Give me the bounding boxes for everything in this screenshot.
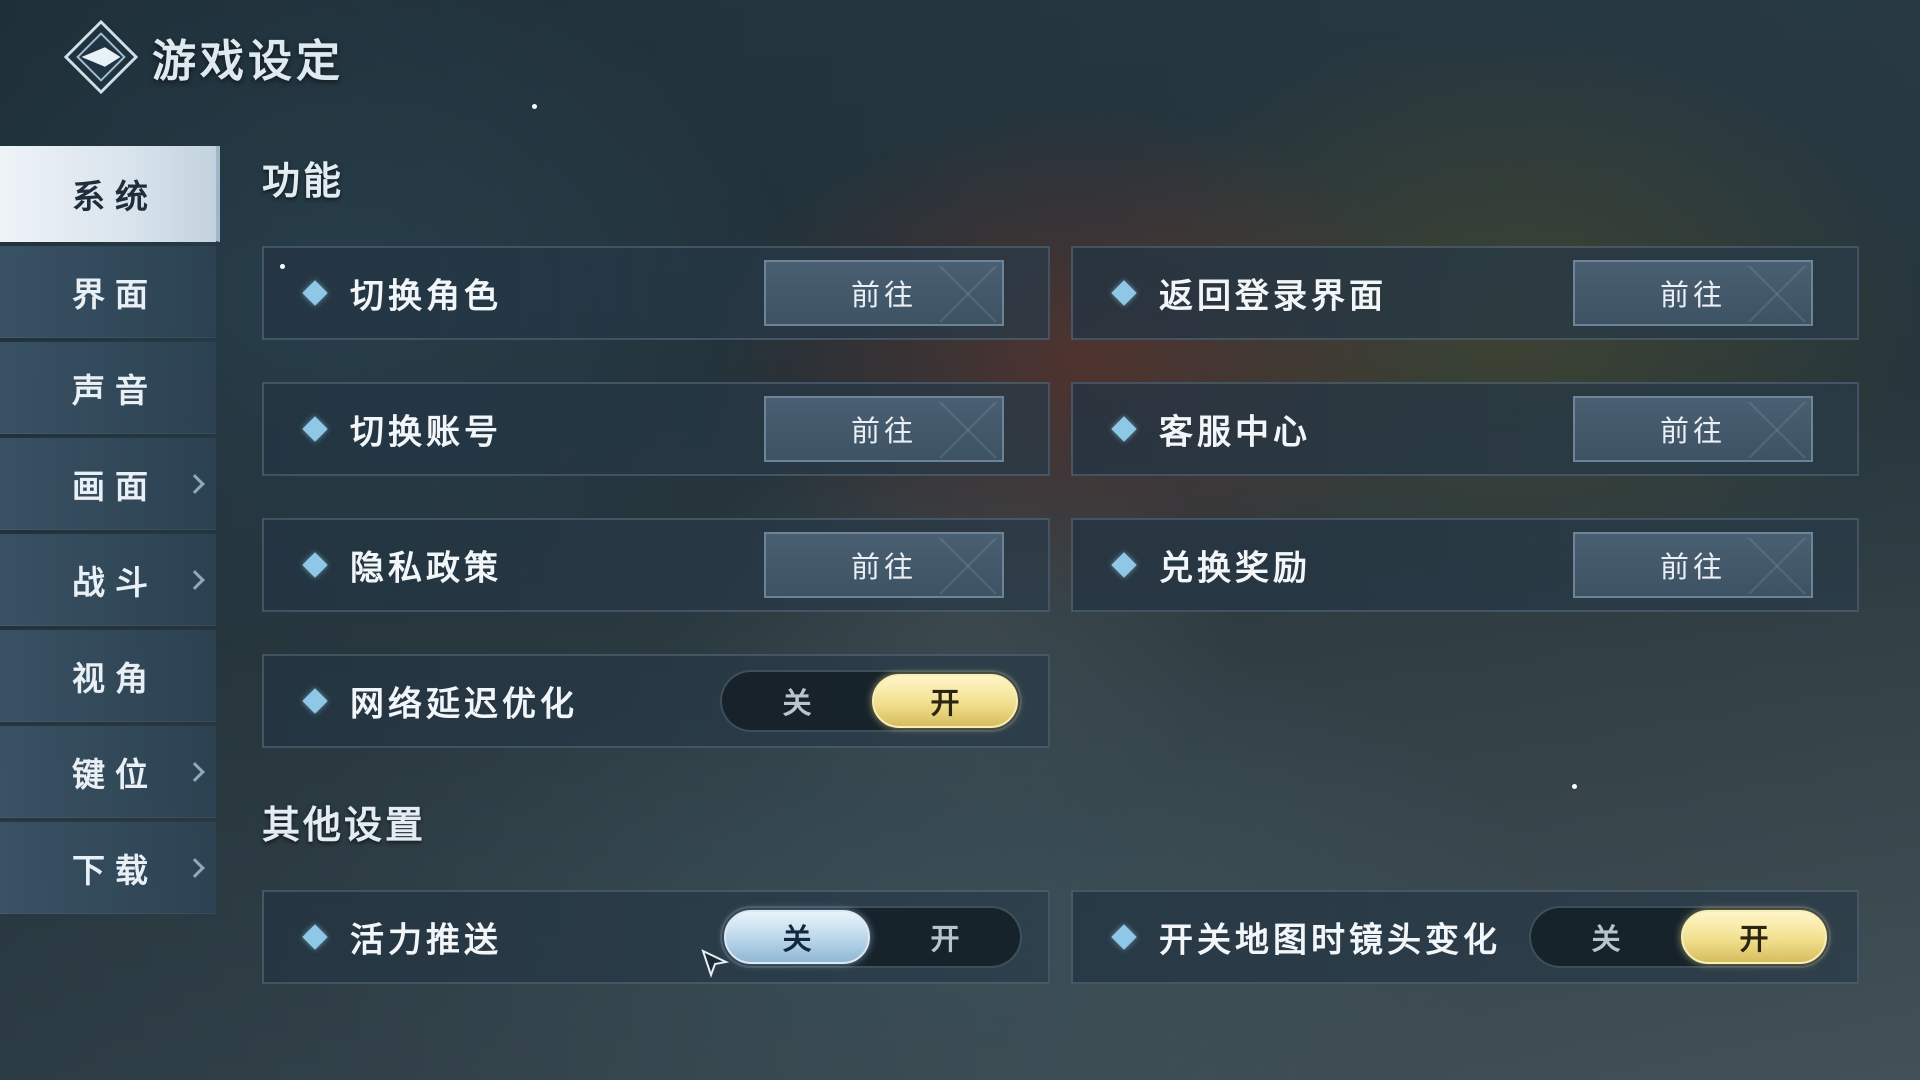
diamond-bullet-icon xyxy=(302,552,328,578)
diamond-bullet-icon xyxy=(1111,416,1137,442)
sparkle-particle xyxy=(280,264,285,269)
mouse-cursor-icon xyxy=(701,949,730,978)
sparkle-particle xyxy=(532,104,537,109)
setting-row-vitality-push: 活力推送 关 开 xyxy=(262,890,1050,984)
setting-row-network-latency: 网络延迟优化 关 开 xyxy=(262,654,1050,748)
network-latency-toggle[interactable]: 关 开 xyxy=(720,670,1022,732)
vitality-push-toggle[interactable]: 关 开 xyxy=(720,906,1022,968)
setting-row-privacy-policy: 隐私政策 前往 xyxy=(262,518,1050,612)
toggle-on-option[interactable]: 开 xyxy=(872,910,1018,964)
sidebar-item-download[interactable]: 下载 xyxy=(0,822,216,914)
setting-row-switch-account: 切换账号 前往 xyxy=(262,382,1050,476)
diamond-bullet-icon xyxy=(302,416,328,442)
setting-row-map-camera: 开关地图时镜头变化 关 开 xyxy=(1071,890,1859,984)
sidebar-item-label: 界面 xyxy=(72,274,158,314)
sidebar-item-camera[interactable]: 视角 xyxy=(0,630,216,722)
toggle-off-option[interactable]: 关 xyxy=(724,674,870,728)
sparkle-particle xyxy=(1572,784,1577,789)
toggle-on-option[interactable]: 开 xyxy=(1681,910,1827,964)
setting-label: 切换角色 xyxy=(350,276,502,317)
diamond-bullet-icon xyxy=(1111,924,1137,950)
setting-label: 返回登录界面 xyxy=(1159,276,1387,317)
sidebar-item-label: 下载 xyxy=(72,850,158,890)
setting-label: 客服中心 xyxy=(1159,412,1311,453)
setting-label: 切换账号 xyxy=(350,412,502,453)
sidebar-item-sound[interactable]: 声音 xyxy=(0,342,216,434)
page-title: 游戏设定 xyxy=(152,36,344,87)
sidebar-item-graphics[interactable]: 画面 xyxy=(0,438,216,530)
toggle-off-option[interactable]: 关 xyxy=(1533,910,1679,964)
diamond-emblem-icon xyxy=(63,19,139,95)
setting-row-switch-character: 切换角色 前往 xyxy=(262,246,1050,340)
diamond-bullet-icon xyxy=(302,280,328,306)
setting-label: 网络延迟优化 xyxy=(350,684,578,725)
goto-button[interactable]: 前往 xyxy=(1573,260,1813,326)
setting-label: 隐私政策 xyxy=(350,548,502,589)
sidebar-item-combat[interactable]: 战斗 xyxy=(0,534,216,626)
toggle-off-option[interactable]: 关 xyxy=(724,910,870,964)
goto-button[interactable]: 前往 xyxy=(1573,532,1813,598)
sidebar-item-interface[interactable]: 界面 xyxy=(0,246,216,338)
diamond-bullet-icon xyxy=(1111,552,1137,578)
sidebar-item-system[interactable]: 系统 xyxy=(0,146,220,242)
setting-label: 开关地图时镜头变化 xyxy=(1159,920,1501,961)
sidebar-item-label: 视角 xyxy=(72,658,158,698)
setting-row-redeem-rewards: 兑换奖励 前往 xyxy=(1071,518,1859,612)
chevron-right-icon xyxy=(185,569,205,590)
goto-button[interactable]: 前往 xyxy=(764,396,1004,462)
diamond-bullet-icon xyxy=(302,688,328,714)
page-header: 游戏设定 xyxy=(62,18,344,96)
chevron-right-icon xyxy=(185,761,205,782)
sidebar-item-keybinds[interactable]: 键位 xyxy=(0,726,216,818)
sidebar-item-label: 战斗 xyxy=(72,562,158,602)
setting-label: 兑换奖励 xyxy=(1159,548,1311,589)
sidebar-item-label: 键位 xyxy=(72,754,158,794)
chevron-right-icon xyxy=(185,473,205,494)
sidebar-item-label: 画面 xyxy=(72,466,158,506)
sidebar-item-label: 声音 xyxy=(72,370,158,410)
setting-row-customer-service: 客服中心 前往 xyxy=(1071,382,1859,476)
diamond-bullet-icon xyxy=(1111,280,1137,306)
chevron-right-icon xyxy=(185,857,205,878)
sidebar-item-label: 系统 xyxy=(72,176,158,216)
goto-button[interactable]: 前往 xyxy=(764,260,1004,326)
setting-row-return-login: 返回登录界面 前往 xyxy=(1071,246,1859,340)
sidebar-nav: 系统 界面 声音 画面 战斗 视角 键位 下载 xyxy=(0,146,220,918)
goto-button[interactable]: 前往 xyxy=(1573,396,1813,462)
toggle-on-option[interactable]: 开 xyxy=(872,674,1018,728)
map-camera-toggle[interactable]: 关 开 xyxy=(1529,906,1831,968)
setting-label: 活力推送 xyxy=(350,920,502,961)
goto-button[interactable]: 前往 xyxy=(764,532,1004,598)
section-title-other-settings: 其他设置 xyxy=(262,802,427,847)
diamond-bullet-icon xyxy=(302,924,328,950)
section-title-functions: 功能 xyxy=(262,158,345,203)
